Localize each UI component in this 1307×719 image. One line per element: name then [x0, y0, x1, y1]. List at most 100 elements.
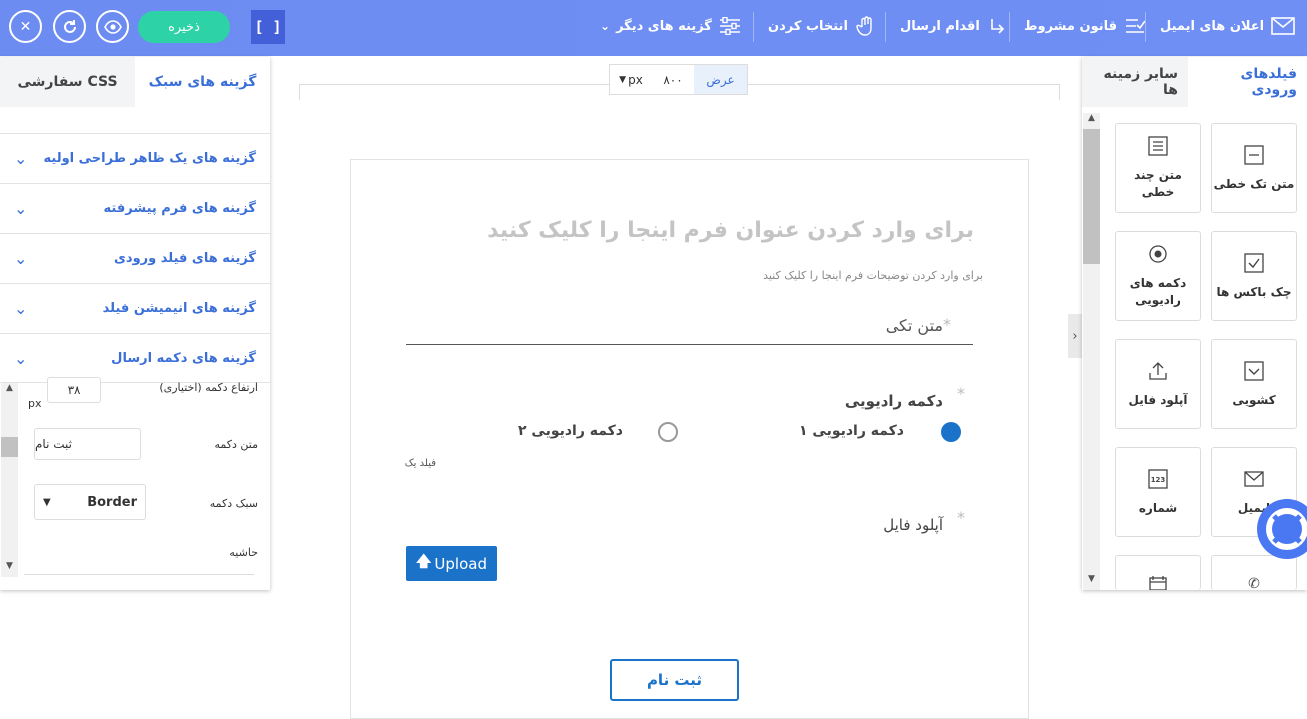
style-options-panel: گزینه های سبک CSS سفارشی گزینه های یک ظا… — [0, 57, 270, 590]
form-submit-button[interactable]: ثبت نام — [610, 659, 739, 701]
button-height-input[interactable]: ۳۸ — [47, 377, 101, 403]
accordion-input-field[interactable]: گزینه های فیلد ورودی ⌄ — [0, 233, 270, 283]
preview-eye-icon[interactable] — [96, 10, 129, 43]
more-options-menu[interactable]: گزینه های دیگر ⌄ — [600, 0, 742, 52]
style-panel-tabs: گزینه های سبک CSS سفارشی — [0, 57, 270, 107]
email-notifications-label: اعلان های ایمیل — [1160, 18, 1265, 34]
conditional-logic-label: قانون مشروط — [1024, 18, 1117, 34]
caret-down-icon: ▼ — [43, 496, 51, 508]
accordion-submit-button[interactable]: گزینه های دکمه ارسال ⌄ — [0, 333, 270, 383]
scroll-up-icon[interactable]: ▲ — [1083, 113, 1100, 129]
chevron-down-icon: ⌄ — [14, 199, 28, 218]
panel-scrollbar[interactable]: ▲ ▼ — [1, 383, 18, 577]
chevron-down-icon: ⌄ — [14, 249, 28, 268]
button-style-select[interactable]: ▼ Border — [34, 484, 146, 520]
field-card-label: کشویی — [1232, 392, 1276, 407]
close-icon[interactable]: ✕ — [9, 10, 42, 43]
field-card-checkbox[interactable]: چک باکس ها — [1211, 231, 1297, 321]
checkbox-icon — [1243, 252, 1265, 274]
toolbar-divider — [753, 12, 754, 42]
svg-text:123: 123 — [1151, 476, 1166, 484]
button-style-value: Border — [87, 494, 137, 510]
submit-action-icon — [986, 15, 1010, 37]
fields-panel-scrollbar[interactable]: ▲ ▼ — [1083, 113, 1100, 590]
radio-option-2-label: دکمه رادیویی ۲ — [518, 423, 623, 439]
chevron-down-icon: ⌄ — [600, 19, 611, 33]
field-card-multi-line[interactable]: متن چند خطی — [1115, 123, 1201, 213]
caret-down-icon: ▼ — [619, 74, 627, 85]
scroll-thumb[interactable] — [1083, 129, 1100, 264]
hand-icon — [854, 15, 878, 37]
single-text-field-underline — [406, 344, 973, 345]
fields-panel-tabs: فیلدهای ورودی سایر زمینه ها — [1082, 57, 1307, 107]
toolbar-divider — [885, 12, 886, 42]
field-card-single-line[interactable]: متن تک خطی — [1211, 123, 1297, 213]
radio-option-2[interactable] — [658, 422, 678, 442]
upload-button[interactable]: 🡅 Upload — [406, 546, 497, 581]
field-card-phone[interactable]: ✆ — [1211, 555, 1297, 592]
submit-action[interactable]: اقدام ارسال — [900, 0, 1010, 52]
sliders-icon — [718, 15, 742, 37]
form-description[interactable]: برای وارد کردن توضیحات فرم اینجا را کلیک… — [763, 269, 983, 282]
radio-field-hint: فیلد یک — [404, 458, 436, 469]
field-card-date[interactable] — [1115, 555, 1201, 590]
border-controls-row — [24, 574, 254, 575]
width-unit-select[interactable]: ▼ px — [610, 65, 652, 94]
upload-icon — [1147, 360, 1169, 382]
accordion-label: گزینه های دکمه ارسال — [111, 350, 256, 366]
scroll-up-icon[interactable]: ▲ — [1, 383, 18, 399]
tab-custom-css[interactable]: CSS سفارشی — [0, 57, 135, 107]
tab-style-options[interactable]: گزینه های سبک — [135, 57, 270, 107]
field-card-label: شماره — [1138, 500, 1178, 515]
refresh-icon[interactable] — [53, 10, 86, 43]
conditional-logic[interactable]: قانون مشروط — [1024, 0, 1147, 52]
tab-other-fields[interactable]: سایر زمینه ها — [1082, 57, 1188, 107]
tab-input-fields[interactable]: فیلدهای ورودی — [1188, 57, 1307, 107]
button-text-label: متن دکمه — [214, 438, 258, 451]
help-lifebuoy-icon[interactable] — [1257, 499, 1307, 559]
width-unit: px — [628, 72, 643, 87]
radio-option-1-label: دکمه رادیویی ۱ — [799, 423, 904, 439]
select-action[interactable]: انتخاب کردن — [768, 0, 878, 52]
save-button[interactable]: ذخیره — [138, 11, 230, 43]
condition-icon — [1123, 15, 1147, 37]
chevron-down-icon: ⌄ — [14, 299, 28, 318]
scroll-down-icon[interactable]: ▼ — [1, 561, 18, 577]
field-card-upload[interactable]: آپلود فایل — [1115, 339, 1201, 429]
mail-icon — [1270, 15, 1296, 37]
field-card-label: دکمه های رادیویی — [1129, 276, 1187, 307]
scroll-thumb[interactable] — [1, 437, 18, 457]
accordion-label: گزینه های یک ظاهر طراحی اولیه — [43, 151, 257, 166]
scroll-down-icon[interactable]: ▼ — [1083, 574, 1100, 590]
upload-button-label: Upload — [434, 554, 487, 573]
width-input[interactable]: ۸۰۰ — [652, 65, 694, 94]
field-card-label: متن تک خطی — [1213, 176, 1295, 191]
email-notifications[interactable]: اعلان های ایمیل — [1160, 0, 1296, 52]
width-label: عرض — [694, 65, 747, 94]
upload-field-label: آپلود فایل — [883, 516, 943, 534]
form-preview — [350, 159, 1029, 719]
button-style-label: سبک دکمه — [209, 497, 258, 510]
calendar-icon — [1147, 576, 1169, 590]
accordion-basic-styling[interactable]: گزینه های یک ظاهر طراحی اولیه ⌄ — [0, 133, 270, 183]
field-card-radio[interactable]: دکمه های رادیویی — [1115, 231, 1201, 321]
phone-icon: ✆ — [1248, 576, 1260, 592]
button-height-label: ارتفاع دکمه (اختیاری) — [159, 381, 258, 394]
dropdown-icon — [1243, 360, 1265, 382]
chevron-down-icon: ⌄ — [14, 149, 28, 168]
accordion-field-animation[interactable]: گزینه های انیمیشن فیلد ⌄ — [0, 283, 270, 333]
submit-action-label: اقدام ارسال — [900, 18, 980, 34]
code-bracket-button[interactable]: [ ] — [251, 10, 285, 44]
field-card-dropdown[interactable]: کشویی — [1211, 339, 1297, 429]
field-card-label: چک باکس ها — [1216, 284, 1292, 299]
required-mark: * — [943, 315, 951, 334]
accordion-advanced-form[interactable]: گزینه های فرم پیشرفته ⌄ — [0, 183, 270, 233]
button-text-input[interactable]: ثبت نام — [34, 428, 141, 460]
radio-option-1-selected[interactable] — [941, 422, 961, 442]
arrow-up-icon: 🡅 — [416, 552, 432, 570]
single-text-field-placeholder[interactable]: متن تکی — [886, 316, 943, 335]
collapse-panel-icon[interactable]: › — [1068, 314, 1082, 358]
multi-line-icon — [1147, 135, 1169, 157]
field-card-number[interactable]: 123 شماره — [1115, 447, 1201, 537]
form-title[interactable]: برای وارد کردن عنوان فرم اینجا را کلیک ک… — [487, 218, 974, 243]
